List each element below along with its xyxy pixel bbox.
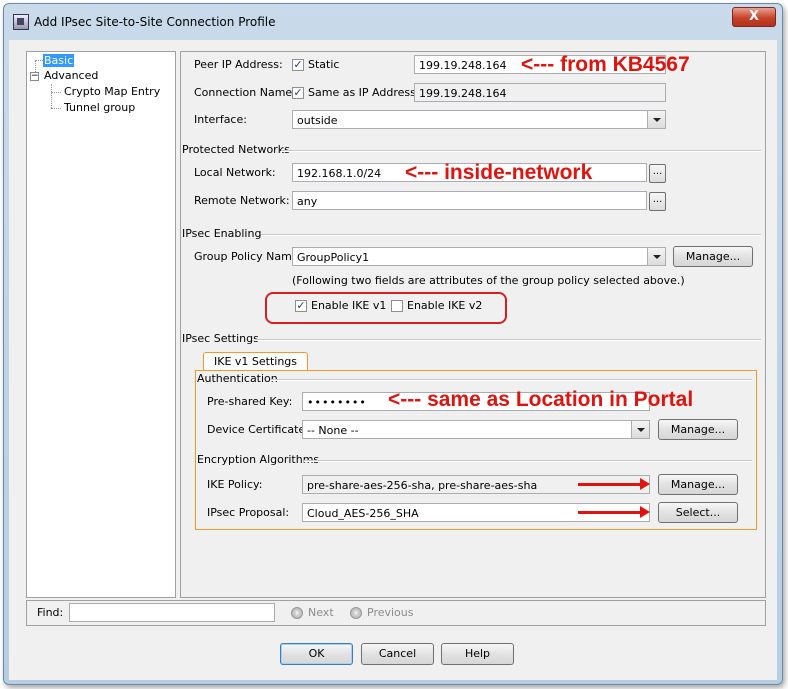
ipsec-proposal-select-button[interactable]: Select... [658, 502, 738, 523]
static-checkbox[interactable]: ✓ [292, 59, 304, 71]
group-policy-manage-button[interactable]: Manage... [673, 246, 753, 267]
peer-ip-label: Peer IP Address: [194, 58, 283, 71]
interface-label: Interface: [194, 113, 247, 126]
annotation-peer-ip: <--- from KB4567 [521, 53, 690, 76]
tree-item-crypto-map-entry[interactable]: Crypto Map Entry [63, 84, 161, 99]
ike-policy-label: IKE Policy: [207, 478, 263, 491]
find-previous-button[interactable]: Previous [367, 606, 414, 619]
section-divider [261, 234, 761, 236]
tree-item-label: Crypto Map Entry [64, 85, 161, 98]
device-certificate-label: Device Certificate: [207, 423, 309, 436]
same-as-ip-label: Same as IP Address [308, 86, 416, 99]
pre-shared-key-label: Pre-shared Key: [207, 395, 293, 408]
tree-connector [51, 92, 61, 93]
annotation-local-network: <--- inside-network [405, 161, 593, 184]
arrow-right-icon [578, 506, 650, 518]
ike-policy-manage-button[interactable]: Manage... [658, 474, 738, 495]
enable-ike-v2-checkbox[interactable] [391, 300, 403, 312]
ipsec-settings-title: IPsec Settings [182, 332, 259, 345]
device-certificate-select[interactable]: -- None -- [302, 420, 650, 439]
remote-network-browse-button[interactable]: ... [649, 192, 666, 211]
tree-item-label: Advanced [44, 69, 99, 82]
same-as-ip-checkbox[interactable]: ✓ [292, 87, 304, 99]
chevron-down-icon [637, 428, 645, 432]
chevron-down-icon [653, 118, 661, 122]
enable-ike-v1-checkbox[interactable]: ✓ [295, 300, 307, 312]
collapse-icon[interactable]: − [30, 72, 39, 81]
group-policy-note: (Following two fields are attributes of … [292, 274, 685, 287]
find-input[interactable] [69, 603, 275, 622]
section-divider [304, 460, 752, 462]
device-certificate-manage-button[interactable]: Manage... [658, 419, 738, 440]
help-button[interactable]: Help [441, 643, 514, 665]
annotation-psk: <--- same as Location in Portal [388, 388, 694, 411]
static-label: Static [308, 58, 340, 71]
group-policy-select-value: GroupPolicy1 [297, 251, 370, 264]
ok-button[interactable]: OK [280, 643, 353, 665]
tree-item-advanced[interactable]: Advanced [43, 68, 99, 83]
encryption-algorithms-title: Encryption Algorithms [197, 453, 320, 466]
app-icon [13, 14, 29, 30]
connection-name-label: Connection Name: [194, 86, 296, 99]
local-network-browse-button[interactable]: ... [649, 164, 666, 183]
dialog-content: Basic − Advanced Crypto Map Entry Tunnel… [9, 40, 777, 680]
find-label: Find: [37, 606, 64, 619]
next-icon: › [291, 607, 303, 619]
dialog-window: Add IPsec Site-to-Site Connection Profil… [3, 3, 783, 685]
local-network-label: Local Network: [194, 166, 276, 179]
authentication-title: Authentication [197, 372, 278, 385]
find-next-button[interactable]: Next [308, 606, 334, 619]
ike-v1-settings-panel: Authentication Pre-shared Key: •••••••• … [195, 370, 757, 530]
basic-settings-panel: Peer IP Address: ✓ Static 199.19.248.164… [180, 51, 766, 598]
device-certificate-value: -- None -- [307, 424, 359, 437]
tree-connector [51, 108, 61, 109]
tree-item-basic[interactable]: Basic [43, 53, 75, 68]
section-divider [281, 150, 761, 152]
tab-ike-v1-settings[interactable]: IKE v1 Settings [203, 352, 308, 371]
group-policy-select[interactable]: GroupPolicy1 [292, 247, 666, 266]
section-divider [255, 339, 761, 341]
navigation-tree: Basic − Advanced Crypto Map Entry Tunnel… [26, 51, 176, 598]
section-divider [270, 379, 752, 381]
arrow-right-icon [578, 478, 650, 490]
group-policy-label: Group Policy Name: [194, 250, 303, 263]
ipsec-enabling-title: IPsec Enabling [182, 227, 262, 240]
title-bar[interactable]: Add IPsec Site-to-Site Connection Profil… [4, 4, 782, 36]
tree-item-label: Tunnel group [64, 101, 136, 114]
tree-connector [35, 60, 43, 61]
tree-item-tunnel-group[interactable]: Tunnel group [63, 100, 136, 115]
tree-connector [51, 84, 52, 108]
window-title: Add IPsec Site-to-Site Connection Profil… [34, 15, 276, 29]
cancel-button[interactable]: Cancel [361, 643, 434, 665]
ipsec-proposal-label: IPsec Proposal: [207, 506, 290, 519]
remote-network-input[interactable]: any [292, 191, 647, 210]
previous-icon: ‹ [350, 607, 362, 619]
interface-select[interactable]: outside [292, 110, 666, 129]
chevron-down-icon [653, 255, 661, 259]
remote-network-label: Remote Network: [194, 194, 290, 207]
protected-networks-title: Protected Networks [182, 143, 290, 156]
enable-ike-v2-label: Enable IKE v2 [407, 299, 483, 312]
tree-item-label: Basic [43, 54, 75, 67]
enable-ike-v1-label: Enable IKE v1 [311, 299, 387, 312]
connection-name-field: 199.19.248.164 [414, 83, 666, 102]
find-bar: Find: › Next ‹ Previous [26, 600, 766, 626]
close-button[interactable]: X [732, 7, 776, 27]
interface-select-value: outside [297, 114, 338, 127]
